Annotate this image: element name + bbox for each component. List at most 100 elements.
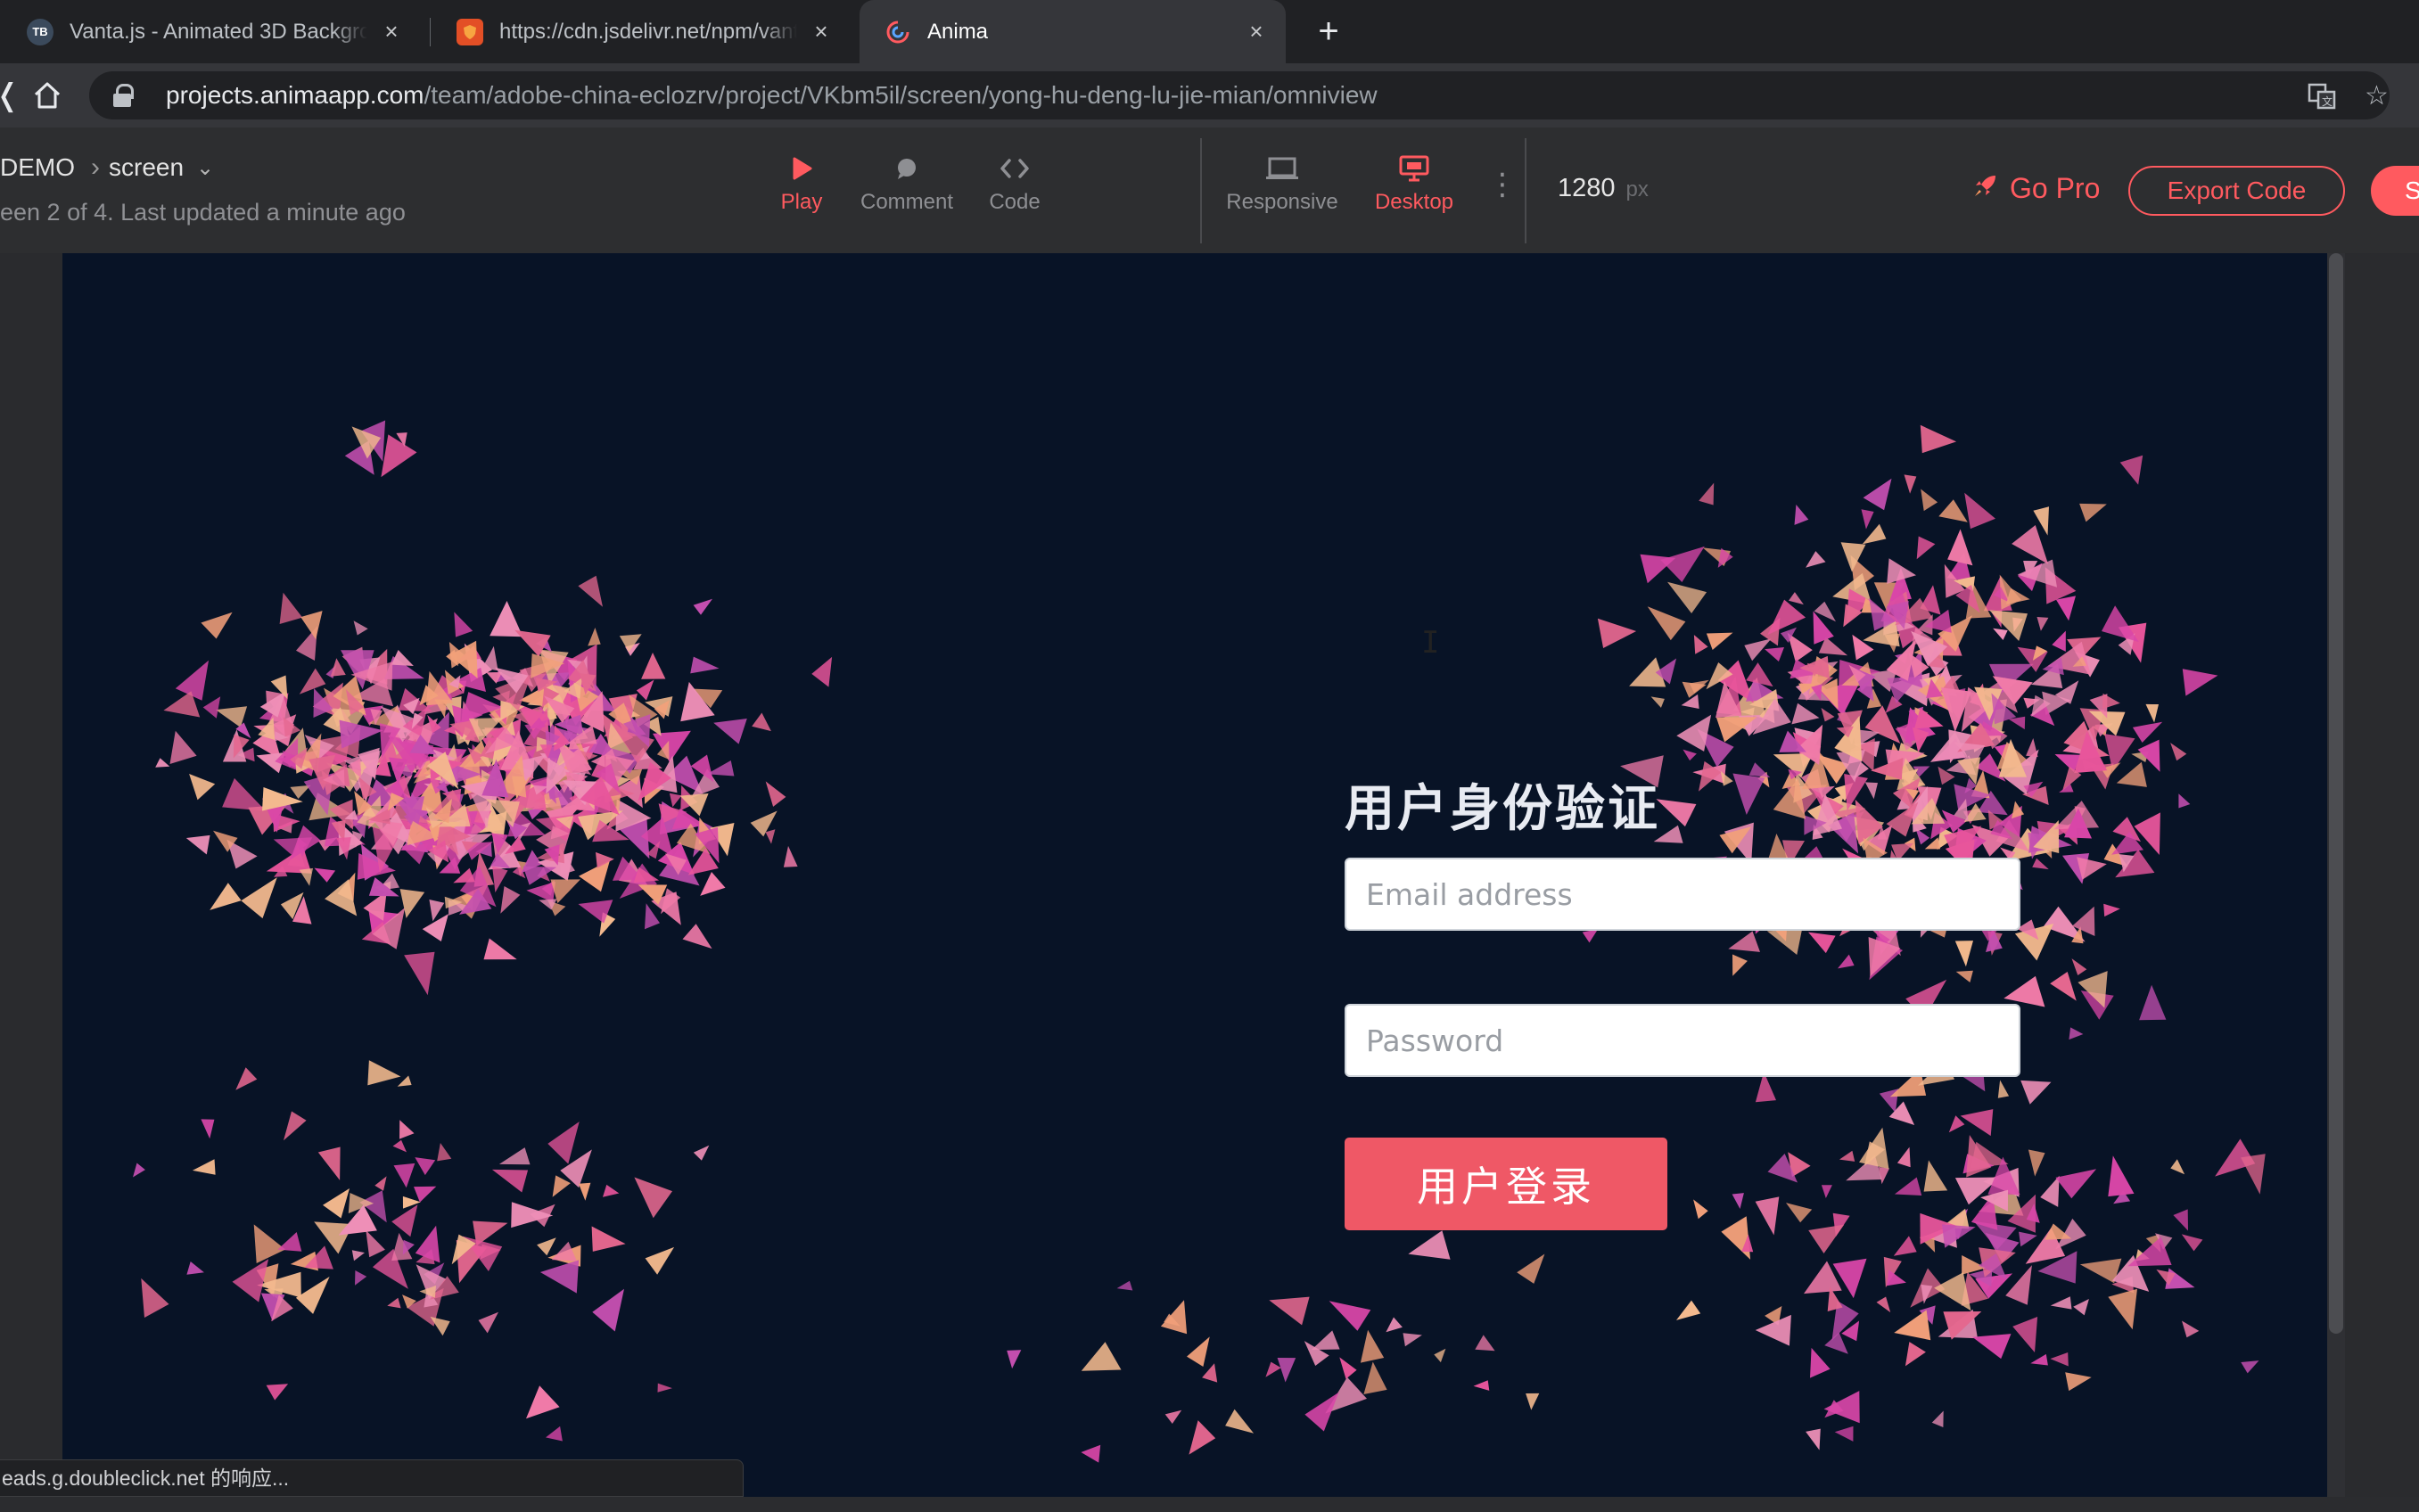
bird-shape (1189, 1420, 1216, 1455)
translate-icon[interactable]: 文 (2308, 71, 2336, 119)
password-input[interactable] (1345, 1004, 2020, 1077)
bird-shape (336, 837, 351, 860)
bird-shape (391, 1204, 418, 1237)
tab-divider (430, 18, 431, 46)
bird-shape (1947, 529, 1973, 566)
code-icon (1000, 152, 1030, 185)
bird-shape (299, 867, 313, 886)
close-icon[interactable]: × (810, 18, 833, 45)
bird-shape (498, 1147, 531, 1165)
bird-shape (2028, 1149, 2045, 1177)
bird-shape (693, 598, 712, 615)
login-title: 用户身份验证 (1345, 780, 1660, 838)
close-icon[interactable]: × (380, 18, 403, 45)
bird-shape (235, 1067, 258, 1090)
bird-shape (2181, 1234, 2203, 1252)
bird-shape (2073, 1299, 2089, 1316)
login-button[interactable]: 用户登录 (1345, 1138, 1667, 1230)
viewport-width[interactable]: 1280 px (1558, 174, 1649, 203)
reload-icon[interactable]: ❬ (0, 76, 21, 115)
play-icon (790, 152, 813, 185)
breadcrumb-screen[interactable]: screen (109, 153, 184, 182)
bird-shape (591, 1226, 626, 1252)
bird-shape (222, 777, 267, 811)
chevron-down-icon[interactable]: ⌄ (196, 155, 214, 181)
tab-anima[interactable]: Anima × (860, 0, 1286, 63)
bird-shape (201, 1119, 215, 1139)
bird-shape (2182, 669, 2218, 696)
bird-shape (392, 1139, 407, 1153)
tab-jsdelivr[interactable]: https://cdn.jsdelivr.net/npm/vanta × (432, 0, 851, 63)
width-unit: px (1625, 177, 1649, 201)
bird-shape (155, 758, 170, 768)
bird-shape (1863, 478, 1892, 511)
email-input[interactable] (1345, 858, 2020, 931)
bird-shape (1993, 628, 2008, 640)
bird-shape (374, 1176, 387, 1191)
bird-shape (1187, 1336, 1210, 1367)
share-button[interactable]: S (2371, 166, 2419, 216)
responsive-view-button[interactable]: Responsive (1220, 152, 1345, 215)
bird-shape (1732, 1193, 1744, 1209)
bird-shape (1746, 662, 1773, 687)
bird-shape (1964, 492, 1995, 530)
bird-shape (381, 434, 417, 478)
bird-shape (353, 620, 368, 636)
bird-shape (1597, 618, 1637, 648)
bird-shape (1838, 954, 1855, 969)
bird-shape (2079, 503, 2107, 522)
close-icon[interactable]: × (1245, 18, 1268, 45)
bird-shape (1656, 799, 1697, 827)
bird-shape (141, 1278, 169, 1318)
bird-shape (1916, 536, 1936, 560)
bird-shape (1386, 1317, 1403, 1333)
bird-shape (2241, 1360, 2259, 1374)
bird-shape (1839, 1150, 1855, 1162)
bird-shape (2173, 1209, 2188, 1231)
bird-shape (603, 1184, 620, 1197)
browser-toolbar: ❬ projects.animaapp.com/team/adobe-china… (0, 63, 2419, 127)
bird-shape (393, 1163, 416, 1188)
bird-shape (201, 612, 233, 639)
bird-shape (189, 774, 216, 801)
bird-shape (1876, 1296, 1891, 1313)
bird-shape (1894, 1177, 1922, 1196)
bird-shape (511, 1202, 554, 1228)
bird-shape (351, 1250, 365, 1261)
bird-shape (1806, 1428, 1821, 1450)
home-icon[interactable] (32, 76, 62, 120)
bird-shape (1693, 1199, 1708, 1220)
bird-shape (1647, 606, 1686, 641)
tab-vanta[interactable]: TB Vanta.js - Animated 3D Backgrounds × (2, 0, 421, 63)
bird-shape (2030, 1353, 2048, 1366)
bird-shape (2132, 721, 2163, 743)
bird-shape (1893, 1236, 1917, 1256)
bird-shape (1160, 1300, 1188, 1335)
code-button[interactable]: Code (952, 152, 1077, 215)
preview-scrollbar-thumb[interactable] (2329, 253, 2343, 1334)
export-code-button[interactable]: Export Code (2128, 166, 2345, 216)
bird-shape (500, 886, 521, 914)
bird-shape (765, 829, 776, 844)
bird-shape (1721, 1216, 1751, 1260)
comment-label: Comment (860, 190, 954, 214)
breadcrumb-project[interactable]: DEMO (0, 153, 75, 182)
bird-shape (478, 1311, 498, 1334)
comment-button[interactable]: Comment (844, 152, 969, 215)
more-options-icon[interactable]: ⋮ (1487, 167, 1518, 202)
address-bar[interactable]: projects.animaapp.com/team/adobe-china-e… (89, 71, 2390, 119)
bird-shape (1339, 1357, 1357, 1379)
bird-shape (1808, 1224, 1845, 1253)
bookmark-star-icon[interactable]: ☆ (2365, 71, 2389, 119)
lock-icon[interactable] (111, 82, 134, 109)
play-label: Play (780, 190, 823, 214)
bird-shape (1887, 1270, 1906, 1286)
go-pro-label: Go Pro (2010, 172, 2101, 204)
desktop-view-button[interactable]: Desktop (1352, 152, 1477, 215)
go-pro-link[interactable]: Go Pro (1972, 172, 2100, 205)
bird-shape (2036, 617, 2049, 631)
bird-shape (1360, 1329, 1385, 1363)
new-tab-button[interactable]: + (1306, 9, 1351, 53)
bird-shape (2056, 596, 2076, 621)
bird-shape (1363, 1361, 1387, 1394)
